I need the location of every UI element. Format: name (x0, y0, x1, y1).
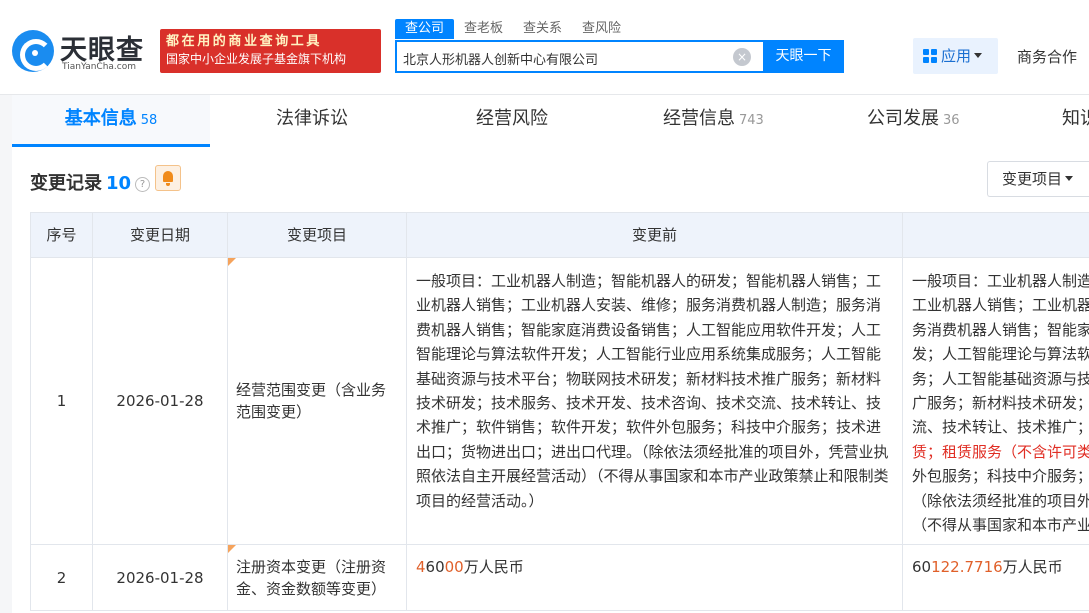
tab-operation[interactable]: 经营信息 743 (663, 95, 764, 147)
tab-risk[interactable]: 经营风险 (476, 95, 548, 147)
row-date: 2026-01-28 (92, 258, 227, 544)
tianyancha-logo[interactable]: 天眼查 TianYanCha.com (12, 28, 157, 76)
tab-count: 58 (140, 113, 158, 128)
row-item: 经营范围变更（含业务范围变更） (227, 258, 406, 544)
app-menu-button[interactable]: 应用 (913, 38, 998, 74)
tab-search-boss[interactable]: 查老板 (454, 19, 513, 39)
tab-search-risk[interactable]: 查风险 (572, 19, 631, 39)
bell-icon[interactable] (155, 165, 181, 191)
chevron-down-icon (974, 53, 983, 58)
search-input[interactable] (403, 48, 723, 68)
tab-count: 743 (739, 113, 764, 128)
banner-line-2: 国家中小企业发展子基金旗下机构 (166, 52, 347, 66)
table-row: 2 2026-01-28 注册资本变更（注册资金、资金数额等变更） 46000万… (30, 545, 1089, 611)
tab-search-relation[interactable]: 查关系 (513, 19, 572, 39)
row-no: 2 (30, 545, 92, 610)
search-type-tabs: 查公司 查老板 查关系 查风险 (395, 19, 631, 39)
row-item: 注册资本变更（注册资金、资金数额等变更） (227, 545, 406, 610)
grid-icon (923, 49, 937, 63)
search-button[interactable]: 天眼一下 (763, 40, 844, 73)
tab-search-company[interactable]: 查公司 (395, 19, 455, 39)
section-title: 变更记录 10? (30, 169, 151, 195)
row-date: 2026-01-28 (92, 545, 227, 610)
business-cooperation-link[interactable]: 商务合作 (1017, 46, 1077, 67)
help-icon[interactable]: ? (135, 177, 151, 192)
search-box: × (395, 40, 763, 73)
tab-basic-info[interactable]: 基本信息 58 (12, 95, 210, 147)
col-item: 变更项目 (227, 213, 406, 259)
tab-count: 36 (943, 113, 960, 128)
logo-mark-icon (12, 30, 54, 72)
row-after: 一般项目：工业机器人制造；智能机器人的研发；智能机器人销售； 工业机器人销售；工… (902, 258, 1089, 544)
added-text: 赁；租赁服务（不含许可类租赁服务） (912, 442, 1089, 461)
corner-marker (228, 545, 236, 553)
banner-line-1: 都在用的商业查询工具 (166, 34, 323, 49)
clear-icon[interactable]: × (733, 48, 751, 66)
app-menu-label: 应用 (941, 47, 972, 65)
corner-marker (228, 258, 236, 266)
col-no: 序号 (30, 213, 92, 259)
table-header: 序号 变更日期 变更项目 变更前 (30, 212, 1089, 259)
logo-domain: TianYanCha.com (62, 62, 137, 72)
table-row: 1 2026-01-28 经营范围变更（含业务范围变更） 一般项目：工业机器人制… (30, 258, 1089, 545)
col-after (902, 213, 1089, 259)
col-before: 变更前 (406, 213, 902, 259)
change-item-filter[interactable]: 变更项目 (987, 161, 1089, 197)
record-count: 10 (106, 173, 132, 194)
tab-legal[interactable]: 法律诉讼 (276, 95, 348, 147)
tab-ip[interactable]: 知识 (1062, 95, 1089, 147)
row-after: 60122.7716万人民币 (902, 545, 1089, 610)
change-records-card: 变更记录 10? 变更项目 序号 变更日期 变更项目 变更前 1 2026-01-… (12, 147, 1089, 613)
row-before: 46000万人民币 (406, 545, 902, 610)
row-no: 1 (30, 258, 92, 544)
promo-banner[interactable]: 都在用的商业查询工具 国家中小企业发展子基金旗下机构 (160, 29, 381, 73)
tab-development[interactable]: 公司发展 36 (867, 95, 960, 147)
company-nav-tabs: 基本信息58 法律诉讼 经营风险 经营信息743 公司发展36 知识 (12, 95, 1089, 147)
chevron-down-icon (1065, 176, 1074, 181)
row-before: 一般项目：工业机器人制造；智能机器人的研发；智能机器人销售；工业机器人销售；工业… (406, 258, 902, 544)
top-header: 天眼查 TianYanCha.com 都在用的商业查询工具 国家中小企业发展子基… (0, 0, 1089, 95)
col-date: 变更日期 (92, 213, 227, 259)
